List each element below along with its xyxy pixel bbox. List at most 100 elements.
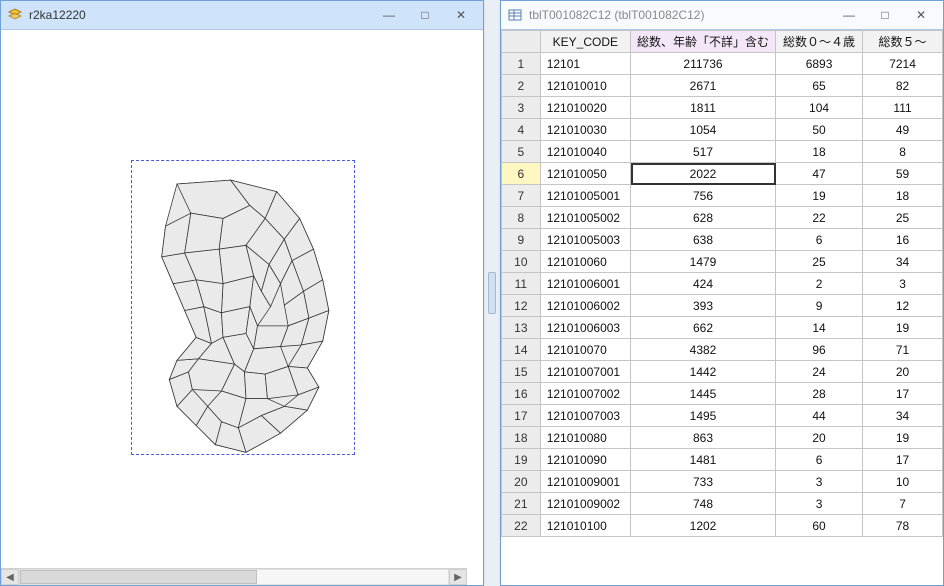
scroll-thumb[interactable] bbox=[20, 570, 257, 584]
scroll-left-button[interactable]: ◀ bbox=[1, 569, 19, 585]
row-header[interactable]: 5 bbox=[502, 141, 541, 163]
cell-key[interactable]: 12101006001 bbox=[540, 273, 630, 295]
table-row[interactable]: 111210100600142423 bbox=[502, 273, 943, 295]
cell-value[interactable]: 10 bbox=[863, 471, 943, 493]
cell-value[interactable]: 47 bbox=[776, 163, 863, 185]
table-row[interactable]: 2212101010012026078 bbox=[502, 515, 943, 537]
scroll-right-button[interactable]: ▶ bbox=[449, 569, 467, 585]
cell-value[interactable]: 863 bbox=[631, 427, 776, 449]
cell-value[interactable]: 20 bbox=[863, 361, 943, 383]
table-corner[interactable] bbox=[502, 31, 541, 53]
cell-key[interactable]: 121010090 bbox=[540, 449, 630, 471]
row-header[interactable]: 6 bbox=[502, 163, 541, 185]
cell-key[interactable]: 121010040 bbox=[540, 141, 630, 163]
cell-value[interactable]: 756 bbox=[631, 185, 776, 207]
table-row[interactable]: 181210100808632019 bbox=[502, 427, 943, 449]
row-header[interactable]: 19 bbox=[502, 449, 541, 471]
cell-key[interactable]: 12101007001 bbox=[540, 361, 630, 383]
row-header[interactable]: 14 bbox=[502, 339, 541, 361]
cell-value[interactable]: 9 bbox=[776, 295, 863, 317]
table-row[interactable]: 8121010050026282225 bbox=[502, 207, 943, 229]
cell-value[interactable]: 25 bbox=[863, 207, 943, 229]
table-row[interactable]: 1012101006014792534 bbox=[502, 251, 943, 273]
table-row[interactable]: 912101005003638616 bbox=[502, 229, 943, 251]
cell-value[interactable]: 111 bbox=[863, 97, 943, 119]
table-row[interactable]: 13121010060036621419 bbox=[502, 317, 943, 339]
table-row[interactable]: 412101003010545049 bbox=[502, 119, 943, 141]
cell-value[interactable]: 50 bbox=[776, 119, 863, 141]
cell-value[interactable]: 60 bbox=[776, 515, 863, 537]
minimize-button[interactable]: — bbox=[371, 5, 407, 25]
cell-key[interactable]: 121010060 bbox=[540, 251, 630, 273]
cell-value[interactable]: 6 bbox=[776, 229, 863, 251]
scroll-track[interactable] bbox=[19, 569, 449, 585]
cell-key[interactable]: 12101005003 bbox=[540, 229, 630, 251]
row-header[interactable]: 15 bbox=[502, 361, 541, 383]
cell-value[interactable]: 7214 bbox=[863, 53, 943, 75]
cell-value[interactable]: 1054 bbox=[631, 119, 776, 141]
splitter[interactable] bbox=[488, 0, 496, 586]
cell-value[interactable]: 19 bbox=[863, 317, 943, 339]
cell-value[interactable]: 2022 bbox=[631, 163, 776, 185]
col-total-age-incl-unknown[interactable]: 総数、年齢「不詳」含む bbox=[631, 31, 776, 53]
table-row[interactable]: 11210121173668937214 bbox=[502, 53, 943, 75]
close-button[interactable]: ✕ bbox=[443, 5, 479, 25]
row-header[interactable]: 12 bbox=[502, 295, 541, 317]
cell-key[interactable]: 12101007003 bbox=[540, 405, 630, 427]
table-row[interactable]: 31210100201811104111 bbox=[502, 97, 943, 119]
table-scroll-area[interactable]: KEY_CODE 総数、年齢「不詳」含む 総数０～４歳 総数５～ 1121012… bbox=[501, 30, 943, 585]
row-header[interactable]: 7 bbox=[502, 185, 541, 207]
row-header[interactable]: 8 bbox=[502, 207, 541, 229]
cell-value[interactable]: 17 bbox=[863, 449, 943, 471]
map-window-titlebar[interactable]: r2ka12220 — □ ✕ bbox=[1, 1, 483, 30]
cell-value[interactable]: 96 bbox=[776, 339, 863, 361]
cell-value[interactable]: 662 bbox=[631, 317, 776, 339]
cell-value[interactable]: 733 bbox=[631, 471, 776, 493]
map-scrollbar-horizontal[interactable]: ◀ ▶ bbox=[1, 568, 467, 585]
col-total-5-[interactable]: 総数５～ bbox=[863, 31, 943, 53]
table-row[interactable]: 5121010040517188 bbox=[502, 141, 943, 163]
table-row[interactable]: 191210100901481617 bbox=[502, 449, 943, 471]
cell-key[interactable]: 12101 bbox=[540, 53, 630, 75]
cell-key[interactable]: 12101006003 bbox=[540, 317, 630, 339]
table-row[interactable]: 151210100700114422420 bbox=[502, 361, 943, 383]
table-row[interactable]: 1212101006002393912 bbox=[502, 295, 943, 317]
cell-value[interactable]: 19 bbox=[776, 185, 863, 207]
cell-value[interactable]: 17 bbox=[863, 383, 943, 405]
cell-key[interactable]: 12101009002 bbox=[540, 493, 630, 515]
maximize-button[interactable]: □ bbox=[867, 5, 903, 25]
cell-value[interactable]: 22 bbox=[776, 207, 863, 229]
row-header[interactable]: 3 bbox=[502, 97, 541, 119]
cell-value[interactable]: 1479 bbox=[631, 251, 776, 273]
cell-value[interactable]: 44 bbox=[776, 405, 863, 427]
cell-value[interactable]: 18 bbox=[776, 141, 863, 163]
table-row[interactable]: 1412101007043829671 bbox=[502, 339, 943, 361]
cell-value[interactable]: 4382 bbox=[631, 339, 776, 361]
col-key_code[interactable]: KEY_CODE bbox=[540, 31, 630, 53]
cell-value[interactable]: 20 bbox=[776, 427, 863, 449]
cell-value[interactable]: 1442 bbox=[631, 361, 776, 383]
row-header[interactable]: 16 bbox=[502, 383, 541, 405]
cell-value[interactable]: 1811 bbox=[631, 97, 776, 119]
cell-value[interactable]: 19 bbox=[863, 427, 943, 449]
cell-value[interactable]: 49 bbox=[863, 119, 943, 141]
cell-value[interactable]: 24 bbox=[776, 361, 863, 383]
cell-value[interactable]: 8 bbox=[863, 141, 943, 163]
row-header[interactable]: 2 bbox=[502, 75, 541, 97]
cell-value[interactable]: 82 bbox=[863, 75, 943, 97]
cell-value[interactable]: 34 bbox=[863, 405, 943, 427]
col-total-0-4[interactable]: 総数０～４歳 bbox=[776, 31, 863, 53]
cell-key[interactable]: 12101005001 bbox=[540, 185, 630, 207]
table-row[interactable]: 212101001026716582 bbox=[502, 75, 943, 97]
cell-value[interactable]: 59 bbox=[863, 163, 943, 185]
row-header[interactable]: 1 bbox=[502, 53, 541, 75]
cell-value[interactable]: 424 bbox=[631, 273, 776, 295]
cell-value[interactable]: 211736 bbox=[631, 53, 776, 75]
table-row[interactable]: 7121010050017561918 bbox=[502, 185, 943, 207]
cell-value[interactable]: 2671 bbox=[631, 75, 776, 97]
cell-value[interactable]: 1445 bbox=[631, 383, 776, 405]
cell-key[interactable]: 121010030 bbox=[540, 119, 630, 141]
cell-value[interactable]: 104 bbox=[776, 97, 863, 119]
maximize-button[interactable]: □ bbox=[407, 5, 443, 25]
row-header[interactable]: 13 bbox=[502, 317, 541, 339]
